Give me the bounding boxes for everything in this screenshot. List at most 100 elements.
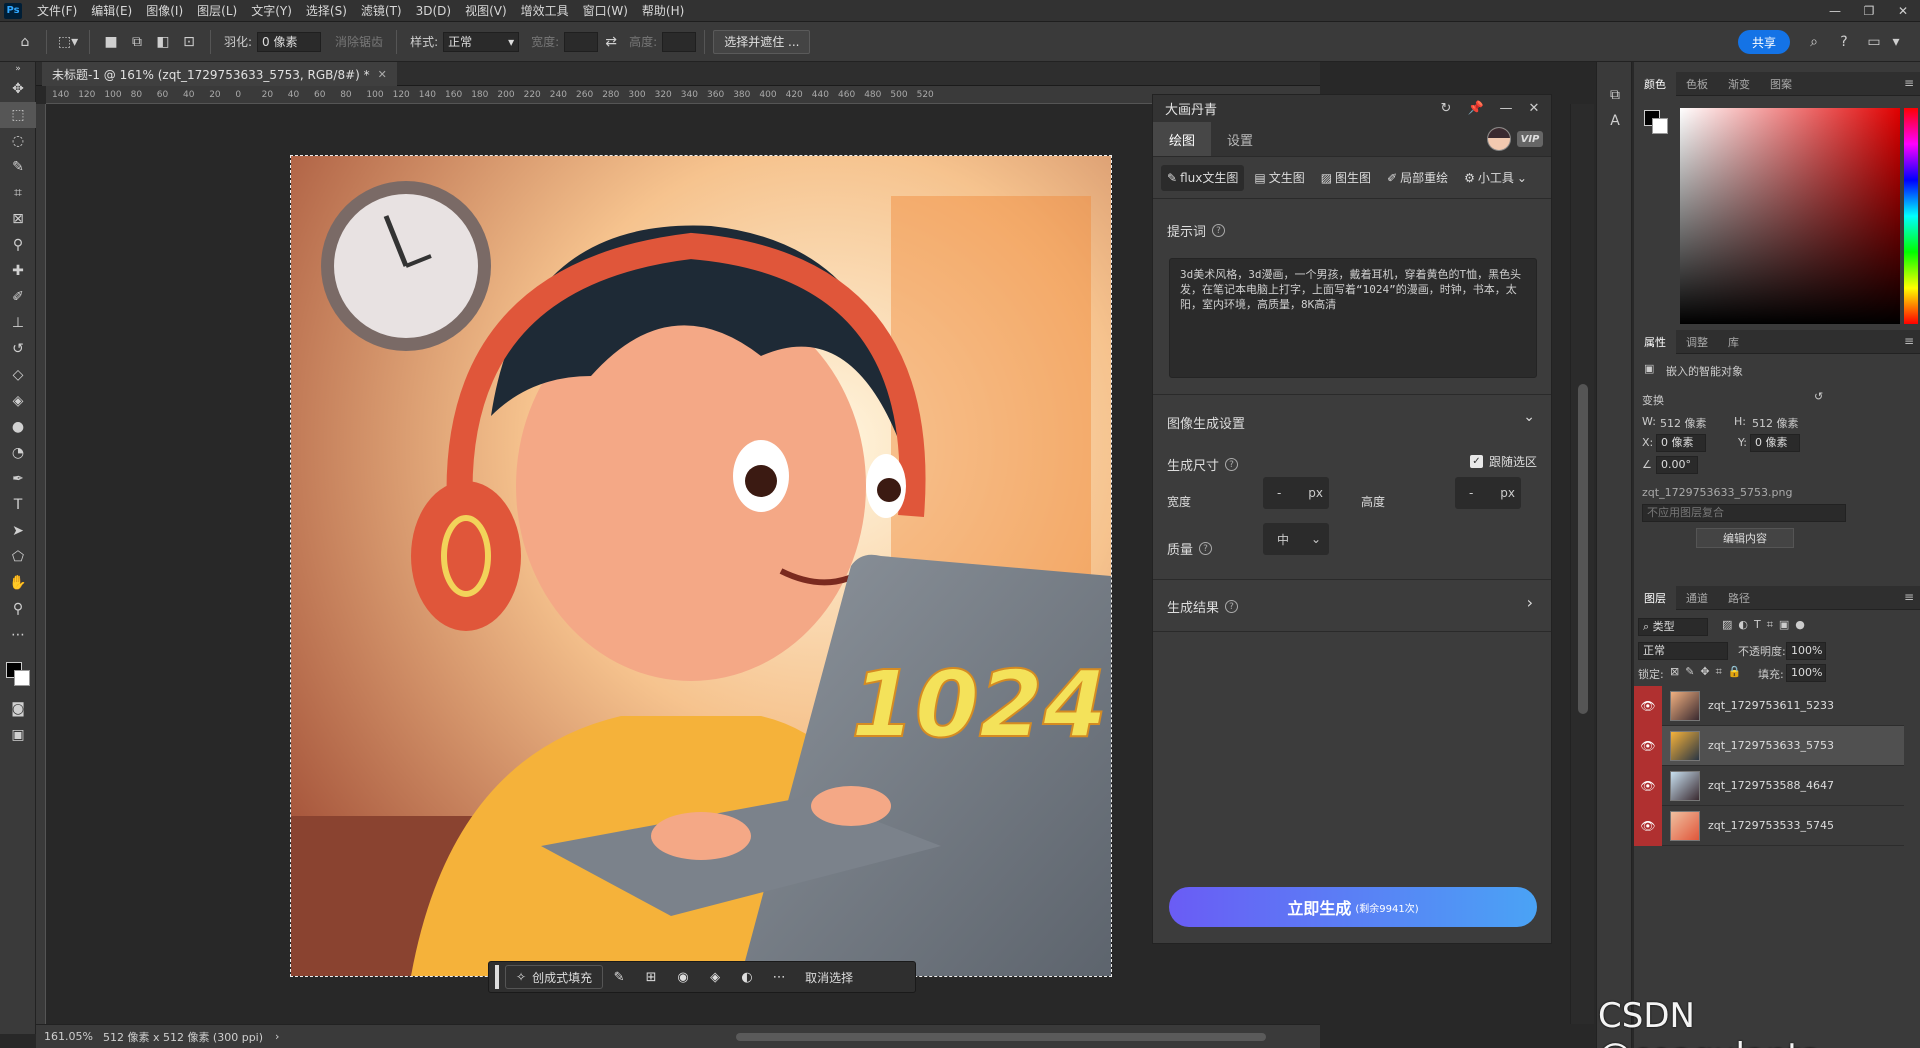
layer-row[interactable]: 👁 zqt_1729753633_5753 (1634, 725, 1904, 766)
shape-tool-icon[interactable]: ⬠ (0, 544, 36, 570)
tab-tools[interactable]: ⚙ 小工具 ⌄ (1458, 165, 1533, 191)
width-input[interactable]: - px (1263, 477, 1329, 509)
scroll-thumb[interactable] (1578, 384, 1588, 714)
lock-icons[interactable]: ⊠✎✥⌗🔒 (1670, 665, 1748, 679)
restore-icon[interactable]: ❐ (1852, 0, 1886, 22)
tab-img2img[interactable]: ▨ 图生图 (1315, 165, 1377, 191)
home-icon[interactable]: ⌂ (12, 29, 38, 55)
close-icon[interactable]: ✕ (378, 68, 387, 81)
lasso-tool-icon[interactable]: ◌ (0, 128, 36, 154)
eye-icon[interactable]: 👁 (1634, 805, 1662, 846)
chevron-down-icon[interactable]: ▾ (1886, 32, 1906, 52)
help-icon[interactable]: ? (1199, 542, 1213, 555)
menu-layer[interactable]: 图层(L) (190, 0, 244, 22)
crop-tool-icon[interactable]: ⌗ (0, 180, 36, 206)
eye-icon[interactable]: 👁 (1634, 725, 1662, 766)
menu-help[interactable]: 帮助(H) (635, 0, 691, 22)
minimize-icon[interactable]: — (1818, 0, 1852, 22)
type-tool-icon[interactable]: T (0, 492, 36, 518)
w-value[interactable]: 512 像素 (1660, 415, 1707, 431)
eyedropper-tool-icon[interactable]: ⚲ (0, 232, 36, 258)
tab-swatches[interactable]: 色板 (1676, 72, 1718, 96)
result-header[interactable]: 生成结果 ? (1167, 597, 1239, 616)
layer-row[interactable]: 👁 zqt_1729753588_4647 (1634, 765, 1904, 806)
quick-mask-icon[interactable]: ◙ (0, 696, 36, 722)
vertical-scrollbar[interactable] (1570, 104, 1594, 1024)
hue-slider[interactable] (1904, 108, 1918, 324)
deselect-button[interactable]: 取消选择 (795, 965, 863, 989)
reset-transform-icon[interactable]: ↺ (1814, 390, 1823, 403)
layer-comp-select[interactable]: 不应用图层复合 (1642, 504, 1846, 522)
feather-input[interactable]: 0 像素 (257, 31, 322, 52)
marquee-preset-icon[interactable]: ⬚▾ (55, 29, 81, 55)
hand-tool-icon[interactable]: ✋ (0, 570, 36, 596)
pin-icon[interactable]: 📌 (1467, 99, 1485, 117)
prompt-textarea[interactable]: 3d美术风格，3d漫画，一个男孩，戴着耳机，穿着黄色的T恤，黑色头发，在笔记本电… (1169, 258, 1537, 378)
tab-draw[interactable]: 绘图 (1153, 122, 1212, 156)
history-brush-tool-icon[interactable]: ↺ (0, 336, 36, 362)
height-input[interactable] (662, 31, 697, 52)
y-input[interactable]: 0 像素 (1750, 434, 1800, 452)
x-input[interactable]: 0 像素 (1656, 434, 1706, 452)
menu-select[interactable]: 选择(S) (299, 0, 354, 22)
menu-window[interactable]: 窗口(W) (576, 0, 635, 22)
panel-menu-icon[interactable]: ≡ (1904, 334, 1914, 348)
mask-icon[interactable]: ◉ (667, 965, 699, 989)
add-selection-icon[interactable]: ⧉ (124, 29, 150, 55)
pen-tool-icon[interactable]: ✒ (0, 466, 36, 492)
tab-document[interactable]: 未标题-1 @ 161% (zqt_1729753633_5753, RGB/8… (42, 62, 397, 86)
tab-channels[interactable]: 通道 (1676, 586, 1718, 610)
select-and-mask-button[interactable]: 选择并遮住 ... (713, 29, 811, 54)
layer-row[interactable]: 👁 zqt_1729753611_5233 (1634, 685, 1904, 726)
menu-view[interactable]: 视图(V) (458, 0, 514, 22)
tab-flux-txt2img[interactable]: ✎ flux文生图 (1161, 164, 1245, 191)
workspace-icon[interactable]: ▭ (1864, 32, 1884, 52)
more-tools-icon[interactable]: ⋯ (0, 622, 36, 648)
blend-mode-select[interactable]: 正常 (1638, 642, 1728, 660)
brush-tool-icon[interactable]: ✐ (0, 284, 36, 310)
help-icon[interactable]: ? (1225, 600, 1239, 613)
paint-bucket-tool-icon[interactable]: ◈ (0, 388, 36, 414)
help-icon[interactable]: ? (1212, 224, 1226, 237)
search-icon[interactable]: ⌕ (1804, 32, 1824, 52)
share-button[interactable]: 共享 (1737, 30, 1790, 54)
tab-layers[interactable]: 图层 (1634, 585, 1676, 610)
blur-tool-icon[interactable]: ● (0, 414, 36, 440)
chevron-down-icon[interactable]: ⌄ (1523, 409, 1535, 425)
image-settings-header[interactable]: 图像生成设置 (1167, 413, 1245, 432)
transform-selection-icon[interactable]: ⊞ (635, 965, 667, 989)
edit-contents-button[interactable]: 编辑内容 (1696, 528, 1794, 548)
subtract-selection-icon[interactable]: ◧ (150, 29, 176, 55)
layer-filter-select[interactable]: ⌕ 类型 (1638, 618, 1708, 636)
layer-filter-icons[interactable]: ▨◐T⌗▣● (1722, 618, 1811, 632)
chevron-right-icon[interactable]: › (1527, 593, 1533, 612)
close-icon[interactable]: ✕ (1886, 0, 1920, 22)
style-select[interactable]: 正常 ▾ (443, 31, 520, 52)
eye-icon[interactable]: 👁 (1634, 685, 1662, 726)
color-field[interactable] (1680, 108, 1900, 324)
tab-paths[interactable]: 路径 (1718, 586, 1760, 610)
move-tool-icon[interactable]: ✥ (0, 76, 36, 102)
color-swatches[interactable] (0, 648, 35, 696)
zoom-level[interactable]: 161.05% (44, 1030, 93, 1043)
opacity-input[interactable]: 100% (1786, 642, 1826, 660)
tab-settings[interactable]: 设置 (1211, 122, 1269, 156)
tab-properties[interactable]: 属性 (1634, 329, 1676, 354)
collapse-icon[interactable]: » (0, 62, 36, 76)
character-panel-icon[interactable]: A (1597, 108, 1633, 134)
menu-image[interactable]: 图像(I) (139, 0, 190, 22)
avatar[interactable] (1487, 127, 1511, 151)
brush-edit-icon[interactable]: ✎ (603, 965, 635, 989)
height-input[interactable]: - px (1455, 477, 1521, 509)
layer-row[interactable]: 👁 zqt_1729753533_5745 (1634, 805, 1904, 846)
minimize-icon[interactable]: — (1497, 99, 1515, 117)
screen-mode-icon[interactable]: ▣ (0, 722, 36, 748)
tab-libraries[interactable]: 库 (1718, 330, 1749, 354)
follow-selection-checkbox[interactable]: ✓ 跟随选区 (1469, 453, 1537, 470)
artwork-image[interactable]: 1024 (290, 155, 1112, 977)
menu-file[interactable]: 文件(F) (30, 0, 84, 22)
new-selection-icon[interactable]: ■ (98, 29, 124, 55)
generate-button[interactable]: 立即生成 (剩余9941次) (1169, 887, 1537, 927)
swap-icon[interactable]: ⇄ (598, 29, 624, 55)
menu-plugins[interactable]: 增效工具 (514, 0, 576, 22)
